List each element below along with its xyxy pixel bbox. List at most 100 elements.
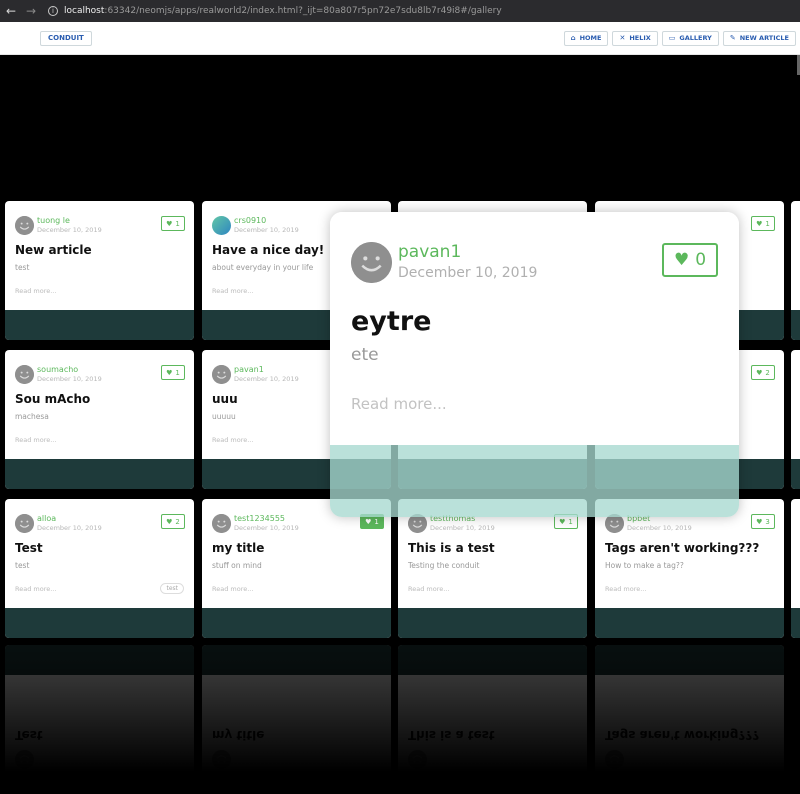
- article-date: December 10, 2019: [37, 375, 102, 383]
- favorite-button[interactable]: ♥ 0: [662, 243, 718, 277]
- article-title[interactable]: uuu: [212, 392, 238, 406]
- read-more-link[interactable]: Read more...: [212, 287, 253, 295]
- info-icon[interactable]: i: [48, 6, 58, 16]
- reflection-fade: [0, 645, 800, 794]
- favorite-count: 1: [568, 517, 573, 526]
- article-date: December 10, 2019: [234, 524, 299, 532]
- url-host: localhost: [64, 6, 105, 16]
- author-link[interactable]: pavan1: [398, 242, 461, 262]
- partial-card: [791, 201, 800, 340]
- card-footer-band: [5, 459, 194, 489]
- helix-icon: ✕: [619, 34, 626, 42]
- favorite-button[interactable]: ♥2: [161, 514, 185, 529]
- focused-card-body: pavan1 December 10, 2019 ♥ 0 eytre ete Re…: [330, 212, 739, 445]
- nav-helix-label: HELIX: [629, 34, 651, 42]
- author-link[interactable]: soumacho: [37, 365, 78, 374]
- article-date: December 10, 2019: [398, 265, 538, 281]
- tag-pill[interactable]: test: [160, 583, 184, 594]
- forward-icon[interactable]: →: [22, 4, 40, 18]
- article-title[interactable]: New article: [15, 243, 92, 257]
- article-description: stuff on mind: [212, 561, 262, 570]
- favorite-count: 1: [175, 368, 180, 377]
- article-card[interactable]: alloa December 10, 2019 ♥ 2 Test test Read mor…: [5, 499, 194, 638]
- avatar[interactable]: [212, 514, 231, 533]
- nav-home-label: HOME: [579, 34, 602, 42]
- address-bar[interactable]: i localhost:63342/neomjs/apps/realworld2…: [48, 6, 502, 16]
- author-link[interactable]: crs0910: [234, 216, 266, 225]
- heart-icon: ♥: [756, 368, 763, 377]
- article-card[interactable]: testthomas December 10, 2019 ♥ 1 This is a t…: [398, 499, 587, 638]
- nav-new-article-button[interactable]: ✎ NEW ARTICLE: [722, 31, 796, 46]
- nav-items: ⌂ HOME ✕ HELIX ▭ GALLERY ✎ NEW ARTICLE: [563, 31, 796, 46]
- heart-icon: ♥: [673, 250, 690, 270]
- nav-helix-button[interactable]: ✕ HELIX: [612, 31, 658, 46]
- card-footer-band: [595, 608, 784, 638]
- browser-toolbar: ← → i localhost:63342/neomjs/apps/realwo…: [0, 0, 800, 22]
- read-more-link[interactable]: Read more...: [212, 436, 253, 444]
- article-date: December 10, 2019: [627, 524, 692, 532]
- article-description: ete: [351, 345, 379, 365]
- article-title[interactable]: Tags aren't working???: [605, 541, 759, 555]
- article-title[interactable]: my title: [212, 541, 264, 555]
- favorite-count: 2: [175, 517, 180, 526]
- article-card[interactable]: bpbet December 10, 2019 ♥ 3 Tags aren't work…: [595, 499, 784, 638]
- article-description: test: [15, 561, 30, 570]
- article-card[interactable]: tuong le December 10, 2019 ♥ 1 New article te…: [5, 201, 194, 340]
- read-more-link[interactable]: Read more...: [15, 436, 56, 444]
- partial-card: [791, 499, 800, 638]
- nav-new-article-label: NEW ARTICLE: [739, 34, 789, 42]
- heart-icon: ♥: [756, 219, 763, 228]
- avatar[interactable]: [351, 242, 392, 283]
- article-date: December 10, 2019: [37, 524, 102, 532]
- article-description: Testing the conduit: [408, 561, 480, 570]
- app-navbar: CONDUIT ⌂ HOME ✕ HELIX ▭ GALLERY ✎ NEW ARTIC…: [0, 22, 800, 55]
- focused-article-card[interactable]: pavan1 December 10, 2019 ♥ 0 eytre ete Re…: [330, 212, 739, 517]
- avatar[interactable]: [212, 365, 231, 384]
- back-icon[interactable]: ←: [2, 4, 20, 18]
- avatar[interactable]: [15, 216, 34, 235]
- article-title[interactable]: Test: [15, 541, 43, 555]
- brand-button[interactable]: CONDUIT: [40, 31, 92, 46]
- favorite-button[interactable]: ♥1: [161, 216, 185, 231]
- card-footer-band: [5, 608, 194, 638]
- nav-home-button[interactable]: ⌂ HOME: [563, 31, 609, 46]
- favorite-button[interactable]: ♥1: [161, 365, 185, 380]
- favorite-count: 3: [765, 517, 770, 526]
- article-title[interactable]: Have a nice day!: [212, 243, 324, 257]
- read-more-link[interactable]: Read more...: [605, 585, 646, 593]
- article-description: test: [15, 263, 30, 272]
- favorite-count: 1: [175, 219, 180, 228]
- favorite-button[interactable]: ♥2: [751, 365, 775, 380]
- read-more-link[interactable]: Read more...: [351, 395, 447, 413]
- edit-icon: ✎: [729, 34, 736, 42]
- avatar[interactable]: [15, 514, 34, 533]
- article-title[interactable]: Sou mAcho: [15, 392, 90, 406]
- read-more-link[interactable]: Read more...: [408, 585, 449, 593]
- author-link[interactable]: test1234555: [234, 514, 285, 523]
- article-title[interactable]: eytre: [351, 306, 431, 337]
- gallery-icon: ▭: [668, 34, 676, 42]
- heart-icon: ♥: [166, 368, 173, 377]
- author-link[interactable]: pavan1: [234, 365, 264, 374]
- author-link[interactable]: tuong le: [37, 216, 70, 225]
- read-more-link[interactable]: Read more...: [212, 585, 253, 593]
- card-footer-band: [398, 608, 587, 638]
- read-more-link[interactable]: Read more...: [15, 585, 56, 593]
- url-path: :63342/neomjs/apps/realworld2/index.html…: [104, 6, 502, 16]
- favorite-button[interactable]: ♥1: [751, 216, 775, 231]
- article-card[interactable]: soumacho December 10, 2019 ♥ 1 Sou mAcho mach…: [5, 350, 194, 489]
- favorite-count: 1: [765, 219, 770, 228]
- read-more-link[interactable]: Read more...: [15, 287, 56, 295]
- avatar[interactable]: [212, 216, 231, 235]
- article-description: machesa: [15, 412, 49, 421]
- avatar[interactable]: [15, 365, 34, 384]
- nav-gallery-button[interactable]: ▭ GALLERY: [661, 31, 719, 46]
- smiley-icon: [15, 514, 34, 533]
- favorite-count: 2: [765, 368, 770, 377]
- nav-gallery-label: GALLERY: [679, 34, 712, 42]
- article-title[interactable]: This is a test: [408, 541, 495, 555]
- smiley-icon: [212, 365, 231, 384]
- favorite-count: 1: [374, 517, 379, 526]
- author-link[interactable]: alloa: [37, 514, 56, 523]
- favorite-button[interactable]: ♥ 3: [751, 514, 775, 529]
